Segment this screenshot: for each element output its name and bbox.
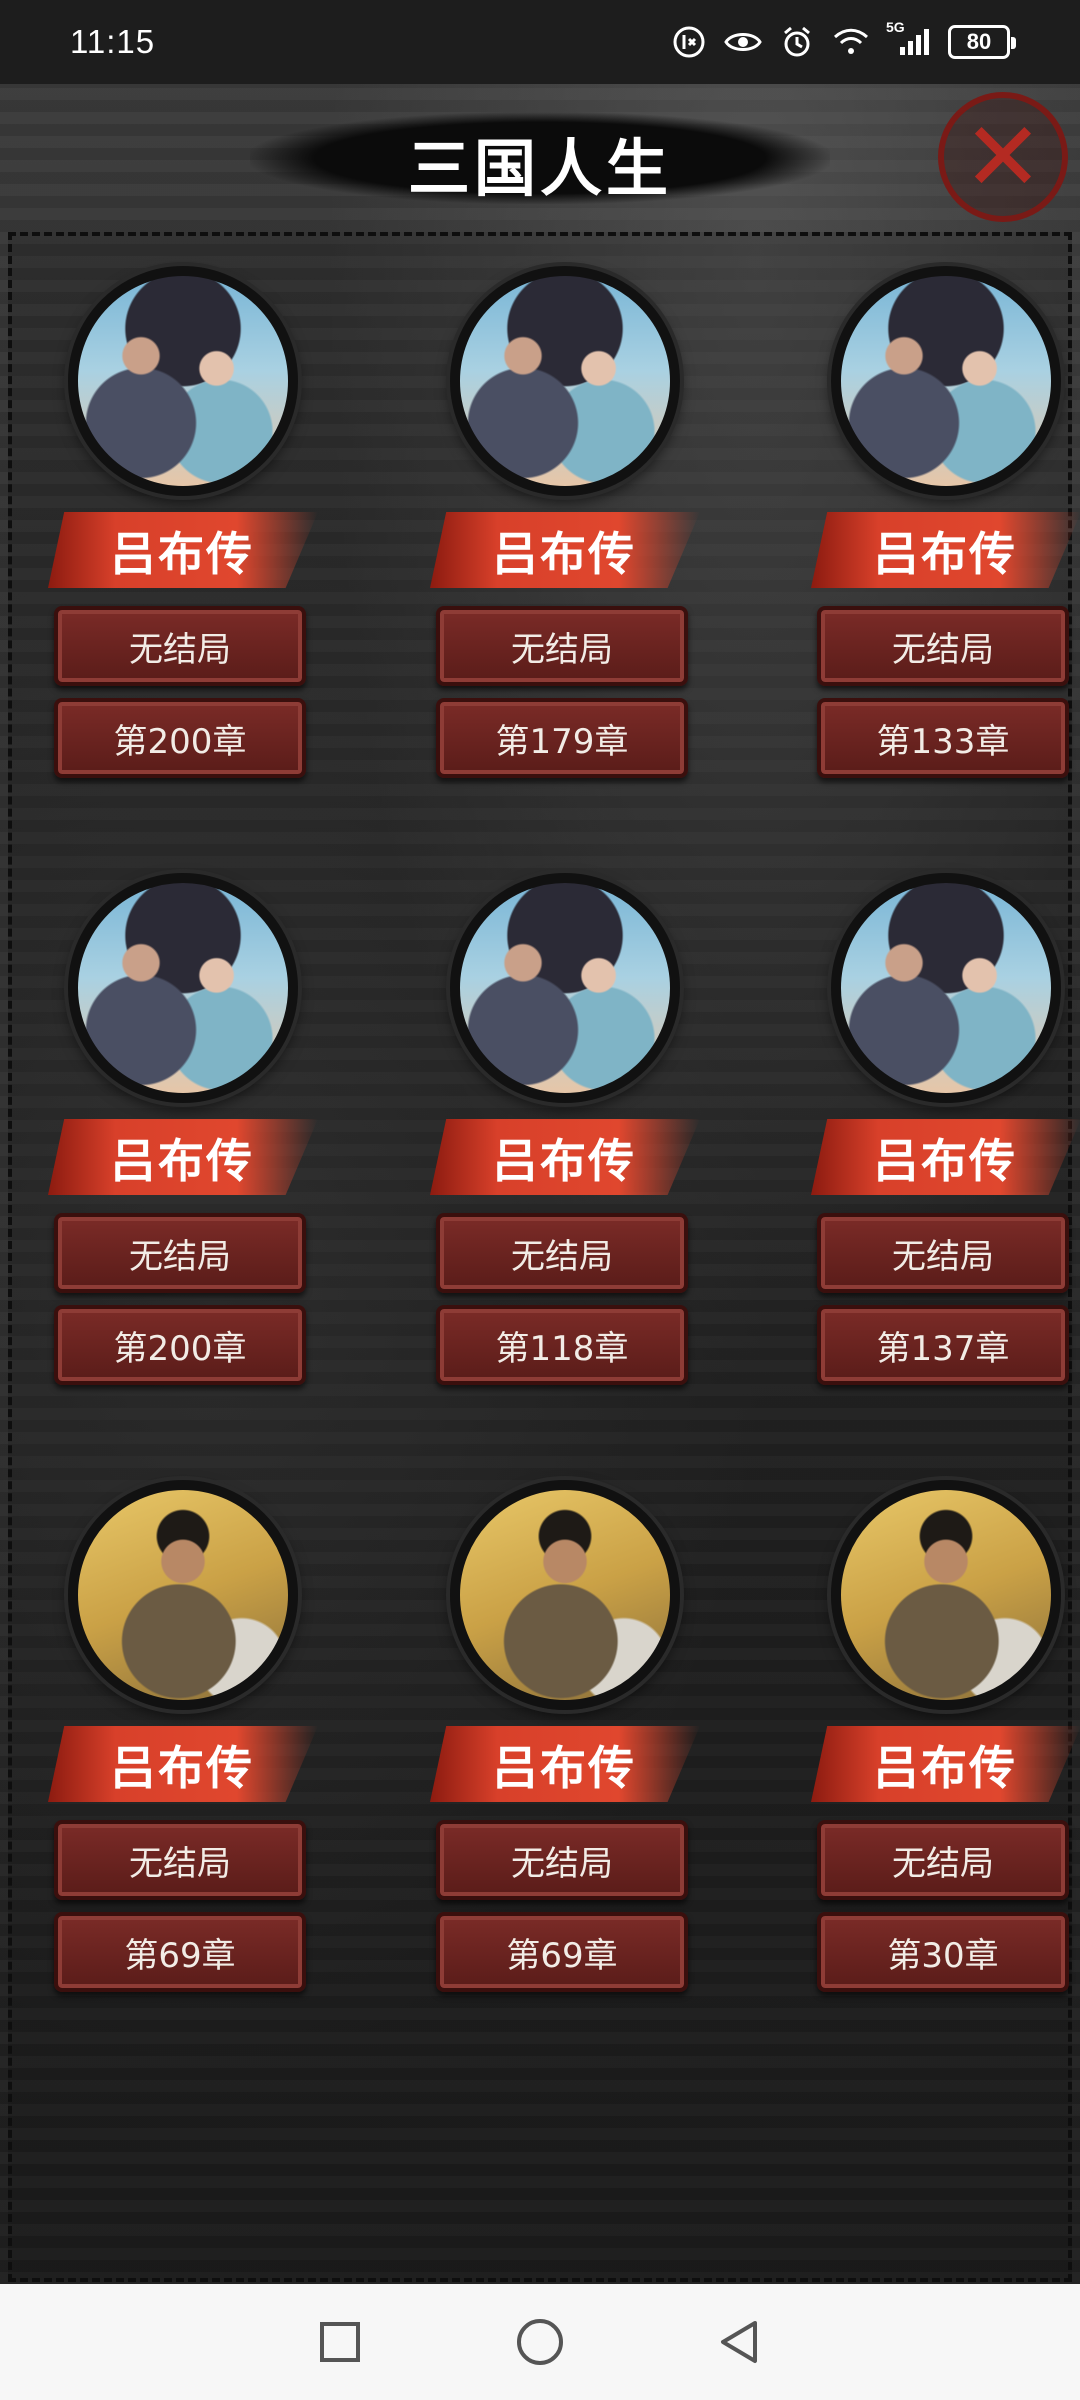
cell-signal-icon: 5G: [886, 19, 932, 61]
eye-icon: [724, 23, 762, 61]
story-card[interactable]: 吕布传 无结局 第30章: [805, 1480, 1080, 2040]
chapter-button[interactable]: 第69章: [54, 1912, 306, 1992]
wifi-icon: [832, 23, 870, 61]
close-button[interactable]: ✕: [938, 92, 1068, 222]
character-portrait: [68, 1480, 298, 1710]
data-saver-icon: [670, 23, 708, 61]
character-portrait: [450, 873, 680, 1103]
alarm-icon: [778, 23, 816, 61]
story-card[interactable]: 吕布传 无结局 第118章: [424, 873, 704, 1433]
story-card[interactable]: 吕布传 无结局 第200章: [42, 266, 322, 826]
story-card[interactable]: 吕布传 无结局 第69章: [42, 1480, 322, 2040]
chapter-button[interactable]: 第200章: [54, 1305, 306, 1385]
chapter-button[interactable]: 第118章: [436, 1305, 688, 1385]
story-card[interactable]: 吕布传 无结局 第69章: [424, 1480, 704, 2040]
character-portrait: [831, 873, 1061, 1103]
ending-status-button[interactable]: 无结局: [817, 1213, 1069, 1293]
story-name: 吕布传: [492, 527, 636, 581]
status-time: 11:15: [70, 23, 156, 60]
character-portrait: [831, 1480, 1061, 1710]
ending-status-button[interactable]: 无结局: [54, 1820, 306, 1900]
ending-status-button[interactable]: 无结局: [54, 606, 306, 686]
status-bar: 11:15 5G 80: [0, 0, 1080, 84]
story-name: 吕布传: [492, 1134, 636, 1188]
ending-status-button[interactable]: 无结局: [436, 1820, 688, 1900]
home-circle-icon[interactable]: [510, 2312, 570, 2372]
story-name: 吕布传: [873, 1134, 1017, 1188]
ending-status-button[interactable]: 无结局: [817, 1820, 1069, 1900]
character-portrait: [68, 266, 298, 496]
chapter-button[interactable]: 第137章: [817, 1305, 1069, 1385]
chapter-button[interactable]: 第200章: [54, 698, 306, 778]
story-name: 吕布传: [873, 527, 1017, 581]
chapter-button[interactable]: 第133章: [817, 698, 1069, 778]
story-name: 吕布传: [110, 1134, 254, 1188]
story-card[interactable]: 吕布传 无结局 第137章: [805, 873, 1080, 1433]
system-nav-bar: [0, 2284, 1080, 2400]
story-name: 吕布传: [873, 1741, 1017, 1795]
story-name: 吕布传: [110, 1741, 254, 1795]
story-name: 吕布传: [110, 527, 254, 581]
story-name: 吕布传: [492, 1741, 636, 1795]
character-portrait: [450, 266, 680, 496]
story-card[interactable]: 吕布传 无结局 第179章: [424, 266, 704, 826]
character-portrait: [831, 266, 1061, 496]
close-icon: ✕: [962, 101, 1044, 213]
story-card[interactable]: 吕布传 无结局 第200章: [42, 873, 322, 1433]
story-grid-panel: 吕布传 无结局 第200章 吕布传 无结局 第179章 吕布传 无结局 第133…: [8, 232, 1080, 2282]
ending-status-button[interactable]: 无结局: [54, 1213, 306, 1293]
chapter-button[interactable]: 第30章: [817, 1912, 1069, 1992]
chapter-button[interactable]: 第69章: [436, 1912, 688, 1992]
battery-icon: 80: [948, 25, 1016, 59]
signal-label: 5G: [886, 19, 905, 35]
ending-status-button[interactable]: 无结局: [817, 606, 1069, 686]
character-portrait: [68, 873, 298, 1103]
character-portrait: [450, 1480, 680, 1710]
story-card[interactable]: 吕布传 无结局 第133章: [805, 266, 1080, 826]
status-icons: 5G 80: [670, 19, 1016, 61]
back-triangle-icon[interactable]: [710, 2312, 770, 2372]
ending-status-button[interactable]: 无结局: [436, 606, 688, 686]
recents-square-icon[interactable]: [310, 2312, 370, 2372]
chapter-button[interactable]: 第179章: [436, 698, 688, 778]
ending-status-button[interactable]: 无结局: [436, 1213, 688, 1293]
page-title: 三国人生: [407, 132, 672, 205]
